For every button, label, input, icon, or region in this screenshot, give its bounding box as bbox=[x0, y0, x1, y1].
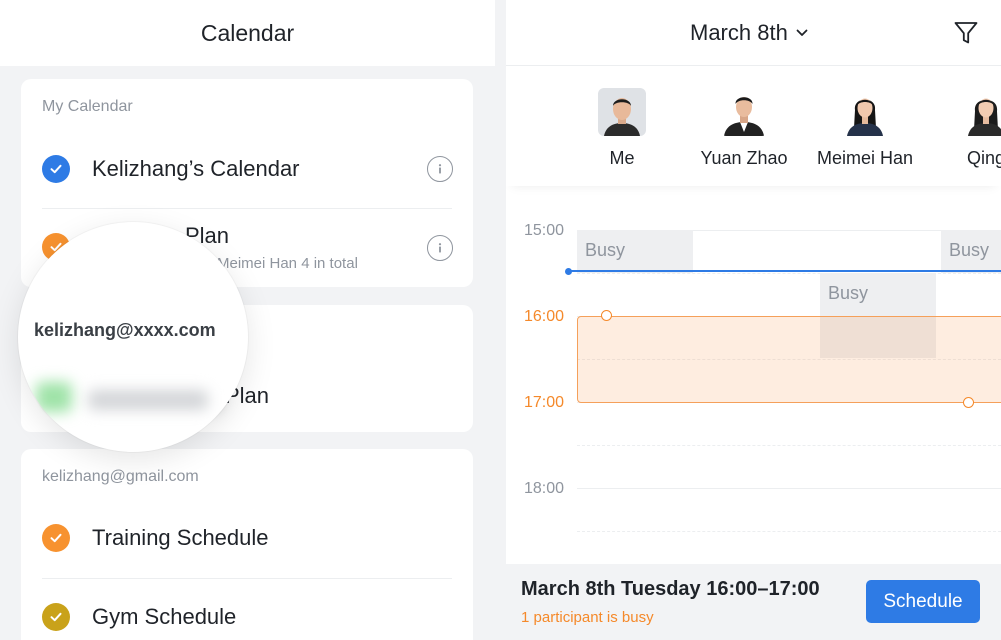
busy-label: Busy bbox=[585, 240, 626, 260]
hour-label: 16:00 bbox=[524, 308, 565, 325]
section-label-gmail: kelizhang@gmail.com bbox=[42, 468, 199, 485]
drag-handle-end[interactable] bbox=[963, 397, 974, 408]
right-header: March 8th bbox=[506, 0, 1001, 66]
calendar-item-label: Gym Schedule bbox=[92, 604, 237, 629]
schedule-panel: March 8th Me Yuan Zhao Meimei Han Qing 1… bbox=[506, 0, 1001, 640]
calendar-item-label: Training Schedule bbox=[92, 525, 269, 550]
hour-label: 15:00 bbox=[524, 222, 565, 239]
filter-icon[interactable] bbox=[953, 20, 979, 46]
grid-line bbox=[577, 488, 1001, 489]
date-title: March 8th bbox=[690, 20, 788, 45]
grid-line-half bbox=[577, 273, 1001, 274]
participant-name: Meimei Han bbox=[816, 148, 914, 168]
current-time-dot bbox=[565, 268, 572, 275]
panel-gap bbox=[495, 0, 506, 640]
participant-me[interactable]: Me bbox=[562, 88, 682, 178]
busy-label: Busy bbox=[949, 240, 990, 260]
avatar bbox=[841, 88, 889, 136]
gmail-calendar-card: kelizhang@gmail.com Training Schedule Gy… bbox=[21, 449, 473, 640]
schedule-footer: March 8th Tuesday 16:00–17:00 1 particip… bbox=[506, 564, 1001, 640]
magnifier-callout: kelizhang@xxxx.com bbox=[18, 222, 248, 452]
calendar-list-panel: Calendar My Calendar Kelizhang’s Calenda… bbox=[0, 0, 495, 640]
calendar-item-training[interactable]: Training Schedule bbox=[21, 500, 473, 578]
drag-handle-start[interactable] bbox=[601, 310, 612, 321]
participant-qing[interactable]: Qing bbox=[926, 88, 1001, 178]
busy-warning: 1 participant is busy bbox=[521, 609, 654, 626]
schedule-button[interactable]: Schedule bbox=[866, 580, 980, 623]
magnified-email: kelizhang@xxxx.com bbox=[34, 320, 216, 340]
blurred-label bbox=[88, 390, 208, 410]
participant-meimei-han[interactable]: Meimei Han bbox=[805, 88, 925, 178]
calendar-item-subtitle: Meimei Han 4 in total bbox=[217, 255, 358, 272]
left-header: Calendar bbox=[0, 0, 495, 66]
info-icon[interactable] bbox=[427, 235, 453, 261]
selected-time-summary: March 8th Tuesday 16:00–17:00 bbox=[521, 578, 820, 600]
busy-block: Busy bbox=[577, 230, 693, 273]
avatar bbox=[962, 88, 1001, 136]
availability-timeline[interactable]: 15:00 16:00 17:00 18:00 Busy Busy Busy bbox=[506, 186, 1001, 564]
participants-row: Me Yuan Zhao Meimei Han Qing bbox=[506, 66, 1001, 186]
participant-yuan-zhao[interactable]: Yuan Zhao bbox=[684, 88, 804, 178]
grid-line-half bbox=[577, 531, 1001, 532]
participant-name: Me bbox=[609, 148, 635, 168]
checkbox-checked-icon[interactable] bbox=[42, 155, 70, 183]
selected-time-slot[interactable] bbox=[577, 316, 1001, 403]
chevron-down-icon bbox=[796, 29, 808, 36]
calendar-item-gym[interactable]: Gym Schedule bbox=[21, 579, 473, 640]
calendar-item-label: Kelizhang’s Calendar bbox=[92, 156, 300, 181]
calendar-item-kelizhang[interactable]: Kelizhang’s Calendar bbox=[21, 130, 473, 208]
section-label-my-calendar: My Calendar bbox=[42, 98, 133, 115]
hour-label: 18:00 bbox=[524, 480, 565, 497]
checkbox-checked-icon[interactable] bbox=[42, 603, 70, 631]
participant-name: Qing bbox=[966, 148, 1001, 168]
hour-label: 17:00 bbox=[524, 394, 565, 411]
date-picker[interactable]: March 8th bbox=[690, 20, 808, 46]
checkbox-checked-icon[interactable] bbox=[42, 524, 70, 552]
current-time-line bbox=[568, 270, 1001, 272]
avatar bbox=[720, 88, 768, 136]
blurred-checkbox bbox=[36, 382, 72, 412]
page-title: Calendar bbox=[200, 19, 295, 46]
avatar bbox=[598, 88, 646, 136]
busy-label: Busy bbox=[828, 283, 869, 303]
grid-line-half bbox=[577, 445, 1001, 446]
info-icon[interactable] bbox=[427, 156, 453, 182]
participant-name: Yuan Zhao bbox=[700, 148, 788, 168]
busy-block: Busy bbox=[941, 230, 1001, 273]
